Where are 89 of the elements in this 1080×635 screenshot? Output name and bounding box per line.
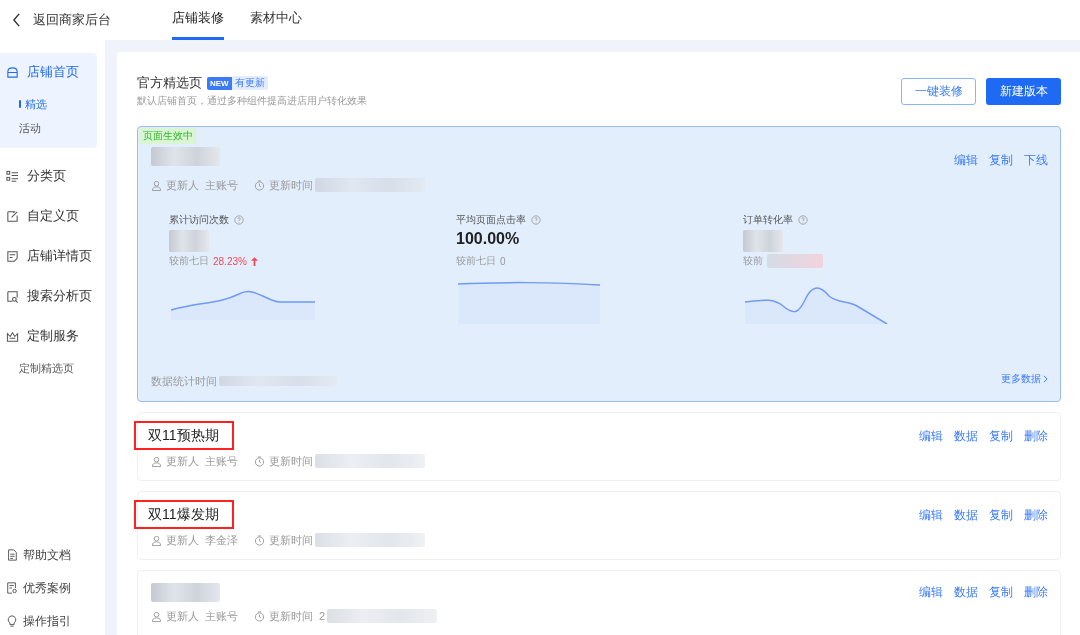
page-title: 官方精选页	[137, 74, 202, 92]
clock-icon	[254, 455, 265, 467]
compare-label: 较前七日	[456, 254, 496, 268]
clock-icon	[254, 534, 265, 546]
sidebar-footer-link[interactable]: 优秀案例	[0, 578, 105, 598]
action-link[interactable]: 复制	[989, 584, 1013, 601]
store-icon	[6, 65, 19, 79]
update-badge: 有更新	[231, 76, 268, 90]
help-icon	[798, 215, 808, 225]
action-link[interactable]: 数据	[954, 427, 978, 445]
redacted-value	[743, 230, 783, 252]
nav-tab[interactable]: 素材中心	[250, 0, 302, 40]
back-link[interactable]: 返回商家后台	[12, 11, 111, 29]
action-link[interactable]: 编辑	[954, 152, 978, 169]
more-data-link[interactable]: 更多数据	[1001, 371, 1048, 386]
metric-label: 订单转化率	[743, 213, 793, 227]
updater-label: 更新人	[166, 608, 199, 624]
user-icon	[151, 610, 162, 622]
updater-name: 李金泽	[205, 532, 238, 548]
user-icon	[151, 534, 162, 546]
action-link[interactable]: 数据	[954, 584, 978, 601]
sidebar-footer-link[interactable]: 帮助文档	[0, 545, 105, 565]
action-link[interactable]: 删除	[1024, 427, 1048, 445]
change-value: 0	[500, 255, 506, 267]
compare-label: 较前七日	[169, 254, 209, 268]
action-link[interactable]: 复制	[989, 152, 1013, 169]
action-link[interactable]: 复制	[989, 427, 1013, 445]
updater-label: 更新人	[166, 453, 199, 469]
updater-name: 主账号	[205, 453, 238, 469]
document-icon	[6, 549, 18, 561]
search-icon	[6, 289, 19, 303]
updater-name: 主账号	[205, 608, 238, 624]
user-icon	[151, 179, 162, 191]
action-link[interactable]: 编辑	[919, 584, 943, 601]
redacted-title	[151, 147, 220, 166]
clock-icon	[254, 179, 265, 191]
metric-value: 100.00%	[456, 230, 521, 249]
update-time-label: 更新时间	[269, 177, 313, 193]
action-link[interactable]: 编辑	[919, 506, 943, 524]
redacted-value	[169, 230, 209, 252]
updater-name: 主账号	[205, 177, 238, 193]
sidebar-subitem[interactable]: 精选	[0, 92, 47, 116]
chevron-right-icon	[1043, 374, 1048, 383]
help-icon	[234, 215, 244, 225]
action-link[interactable]: 下线	[1024, 152, 1048, 169]
action-link[interactable]: 数据	[954, 506, 978, 524]
help-icon	[531, 215, 541, 225]
change-value: 28.23%	[213, 255, 247, 267]
action-link[interactable]: 删除	[1024, 584, 1048, 601]
update-time-label: 更新时间	[269, 608, 313, 624]
action-link[interactable]: 复制	[989, 506, 1013, 524]
action-link[interactable]: 编辑	[919, 427, 943, 445]
lightbulb-icon	[6, 615, 18, 627]
user-icon	[151, 455, 162, 467]
up-arrow-icon	[250, 256, 258, 266]
sidebar-footer-link[interactable]: 操作指引	[0, 611, 105, 631]
compare-label: 较前	[743, 254, 763, 268]
sidebar-item[interactable]: 分类页	[0, 161, 66, 191]
sidebar-subitem[interactable]: 活动	[0, 116, 41, 140]
redacted-change	[767, 254, 823, 268]
stats-time-label: 数据统计时间	[151, 373, 217, 389]
edit-icon	[6, 209, 19, 223]
version-title: 双11预热期	[134, 421, 234, 450]
sidebar-item[interactable]: 搜索分析页	[0, 281, 92, 311]
note-icon	[6, 249, 19, 263]
metric-label: 累计访问次数	[169, 213, 229, 227]
metric-label: 平均页面点击率	[456, 213, 526, 227]
update-time-label: 更新时间	[269, 453, 313, 469]
back-icon	[12, 13, 21, 27]
list-icon	[6, 169, 19, 183]
status-tag: 页面生效中	[140, 128, 196, 144]
new-badge: NEW	[207, 76, 232, 90]
new-version-button[interactable]: 新建版本	[986, 77, 1061, 105]
clipboard-icon	[6, 582, 18, 594]
version-title: 双11爆发期	[134, 500, 234, 529]
sidebar-item[interactable]: 定制服务	[0, 321, 79, 351]
update-time-label: 更新时间	[269, 532, 313, 548]
sidebar-item[interactable]: 店铺详情页	[0, 241, 92, 271]
one-click-button[interactable]: 一键装修	[901, 77, 976, 105]
action-link[interactable]: 删除	[1024, 506, 1048, 524]
sidebar-item[interactable]: 自定义页	[0, 201, 79, 231]
sidebar-item[interactable]: 店铺首页	[0, 57, 79, 87]
page-description: 默认店铺首页，通过多种组件提高进店用户转化效果	[137, 94, 367, 108]
updater-label: 更新人	[166, 177, 199, 193]
clock-icon	[254, 610, 265, 622]
update-time: 2	[319, 610, 326, 622]
sidebar-subitem[interactable]: 定制精选页	[0, 356, 74, 380]
crown-icon	[6, 329, 19, 343]
updater-label: 更新人	[166, 532, 199, 548]
